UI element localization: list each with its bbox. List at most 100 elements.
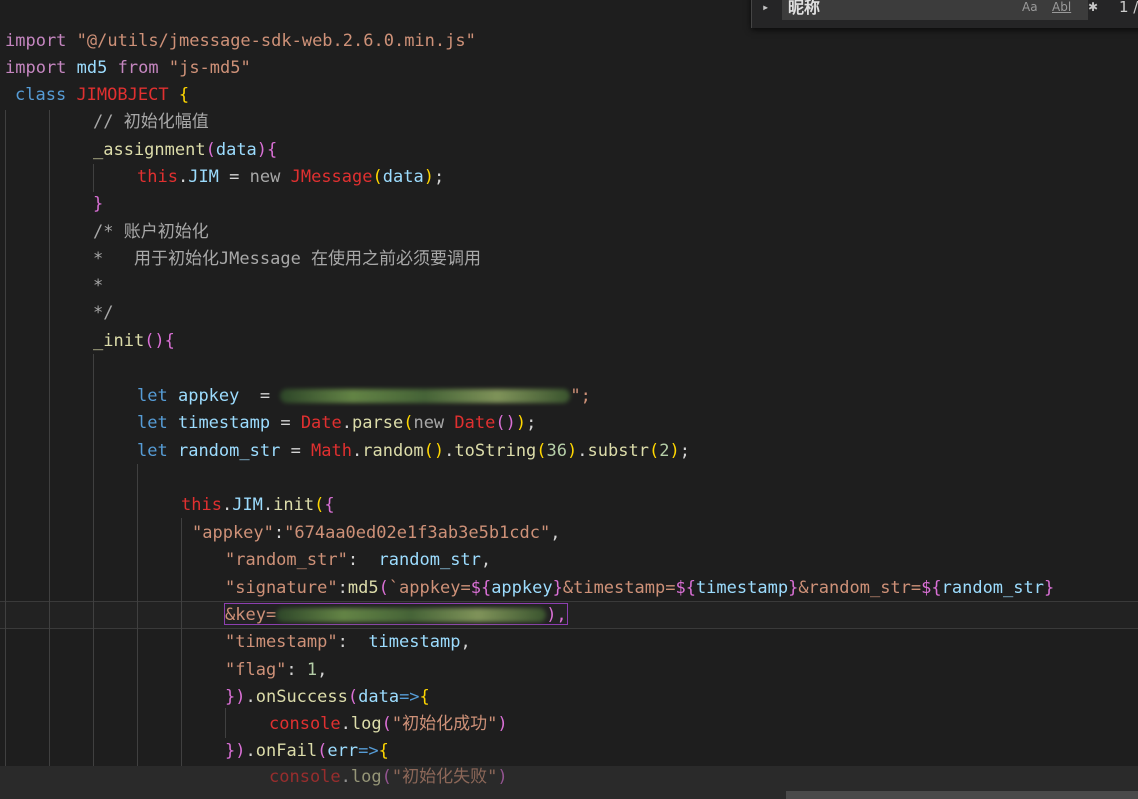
token-bracket: ) [423, 167, 434, 187]
token-template-delimiter: } [1043, 578, 1055, 598]
code-line-27: }).onFail(err=>{ [225, 738, 389, 765]
token-operator: . [340, 714, 351, 734]
token-operator: . [262, 495, 274, 515]
token-operator: . [245, 741, 256, 761]
horizontal-scrollbar-track[interactable]: console.log("初始化失败") [0, 766, 1138, 799]
token-function: substr [587, 441, 649, 461]
match-count: 1 / [1119, 0, 1138, 16]
token-keyword: new [413, 413, 445, 433]
toggle-replace-icon[interactable]: ▸ [762, 0, 769, 14]
code-line-1: import "@/utils/jmessage-sdk-web.2.6.0.m… [5, 28, 476, 55]
token-function: onSuccess [255, 687, 348, 707]
token-operator: : [347, 550, 379, 570]
token-operator: ; [526, 413, 537, 433]
code-line-5: _assignment(data){ [93, 137, 277, 164]
token-class-name: Math [311, 441, 352, 461]
token-operator: . [245, 687, 256, 707]
token-identifier: timestamp [695, 578, 789, 598]
find-input[interactable]: 昵称 [782, 0, 1088, 20]
token-string: "; [570, 386, 591, 406]
token-string: "js-md5" [168, 58, 251, 78]
code-line-23: "timestamp": timestamp, [225, 629, 471, 656]
token-function: log [350, 767, 382, 787]
token-comment: * [93, 276, 104, 296]
token-bracket: ( [378, 578, 389, 598]
token-class-name: JIMOBJECT [76, 85, 169, 105]
token-identifier: appkey [177, 386, 240, 406]
token-template-delimiter: ${ [470, 578, 492, 598]
code-line-21: "signature":md5(`appkey=${appkey}&timest… [225, 575, 1054, 602]
token-string: "初始化失败" [391, 767, 498, 787]
token-template-delimiter: } [552, 578, 563, 598]
token-function: init [273, 495, 315, 515]
token-function: _assignment [93, 140, 206, 160]
token-keyword: let [137, 386, 168, 406]
code-line-8: /* 账户初始化 [93, 219, 209, 246]
code-line-16: let random_str = Math.random().toString(… [137, 438, 690, 465]
token-bracket: () [495, 413, 516, 433]
code-line-3: class JIMOBJECT { [15, 82, 189, 109]
regex-toggle[interactable]: ✱ [1088, 0, 1098, 14]
token-bracket: { [324, 495, 335, 515]
token-operator: : [273, 523, 285, 543]
token-keyword: import [5, 58, 67, 78]
token-identifier: random_str [378, 550, 481, 570]
token-bracket: { [378, 741, 389, 761]
token-bracket: ( [381, 714, 392, 734]
code-line-4: // 初始化幅值 [93, 109, 209, 136]
token-bracket: ( [381, 767, 392, 787]
token-operator: : [337, 632, 369, 652]
token-string: "appkey" [192, 523, 274, 543]
code-line-26: console.log("初始化成功") [269, 711, 508, 738]
token-class-name: JMessage [290, 167, 373, 187]
token-operator: . [352, 441, 363, 461]
token-number: 36 [546, 441, 568, 461]
token-bracket: { [178, 85, 190, 105]
token-bracket: }) [225, 687, 246, 707]
token-operator: , [460, 632, 471, 652]
token-bracket: { [267, 140, 278, 160]
indent-guide [5, 110, 6, 799]
code-line-9: * 用于初始化JMessage 在使用之前必须要调用 [93, 246, 481, 273]
token-comment: */ [93, 303, 114, 323]
token-bracket: } [93, 194, 104, 214]
token-identifier: random_str [941, 578, 1044, 598]
token-operator: = [280, 441, 312, 461]
token-bracket: ( [648, 441, 660, 461]
token-keyword: let [137, 413, 168, 433]
current-line-highlight [0, 601, 1138, 629]
token-operator: . [221, 495, 233, 515]
token-operator: . [444, 441, 455, 461]
token-bracket: () [423, 441, 445, 461]
token-number: 2 [659, 441, 670, 461]
code-line-22: &key=), [225, 602, 567, 629]
code-line-7: } [93, 191, 103, 218]
token-property: JIM [188, 167, 219, 187]
token-bracket: () [144, 331, 165, 351]
indent-guide [93, 354, 94, 799]
token-template-delimiter: } [788, 578, 799, 598]
token-bracket: ( [314, 495, 325, 515]
token-function: _init [93, 331, 145, 351]
token-operator: : [286, 660, 307, 680]
token-operator: . [341, 413, 353, 433]
token-operator: ; [433, 167, 445, 187]
token-arrow: => [399, 687, 420, 707]
token-operator: ; [679, 441, 690, 461]
code-line-2: import md5 from "js-md5" [5, 55, 251, 82]
whole-word-toggle[interactable]: Abl [1052, 0, 1071, 14]
token-bracket: ) [567, 441, 578, 461]
token-operator: , [480, 550, 492, 570]
token-identifier: data [382, 167, 424, 187]
horizontal-scrollbar-thumb[interactable] [786, 791, 1138, 799]
token-function: log [350, 714, 382, 734]
token-keyword: new [249, 167, 281, 187]
token-bracket: ( [205, 140, 216, 160]
token-string: "初始化成功" [391, 714, 498, 734]
match-case-toggle[interactable]: Aa [1022, 0, 1038, 14]
token-bracket: ) [669, 441, 680, 461]
token-function: onFail [255, 741, 318, 761]
redacted-value [276, 608, 547, 622]
code-editor[interactable]: import "@/utils/jmessage-sdk-web.2.6.0.m… [0, 0, 1138, 799]
code-line-19: "appkey":"674aa0ed02e1f3ab3e5b1cdc", [192, 520, 561, 547]
